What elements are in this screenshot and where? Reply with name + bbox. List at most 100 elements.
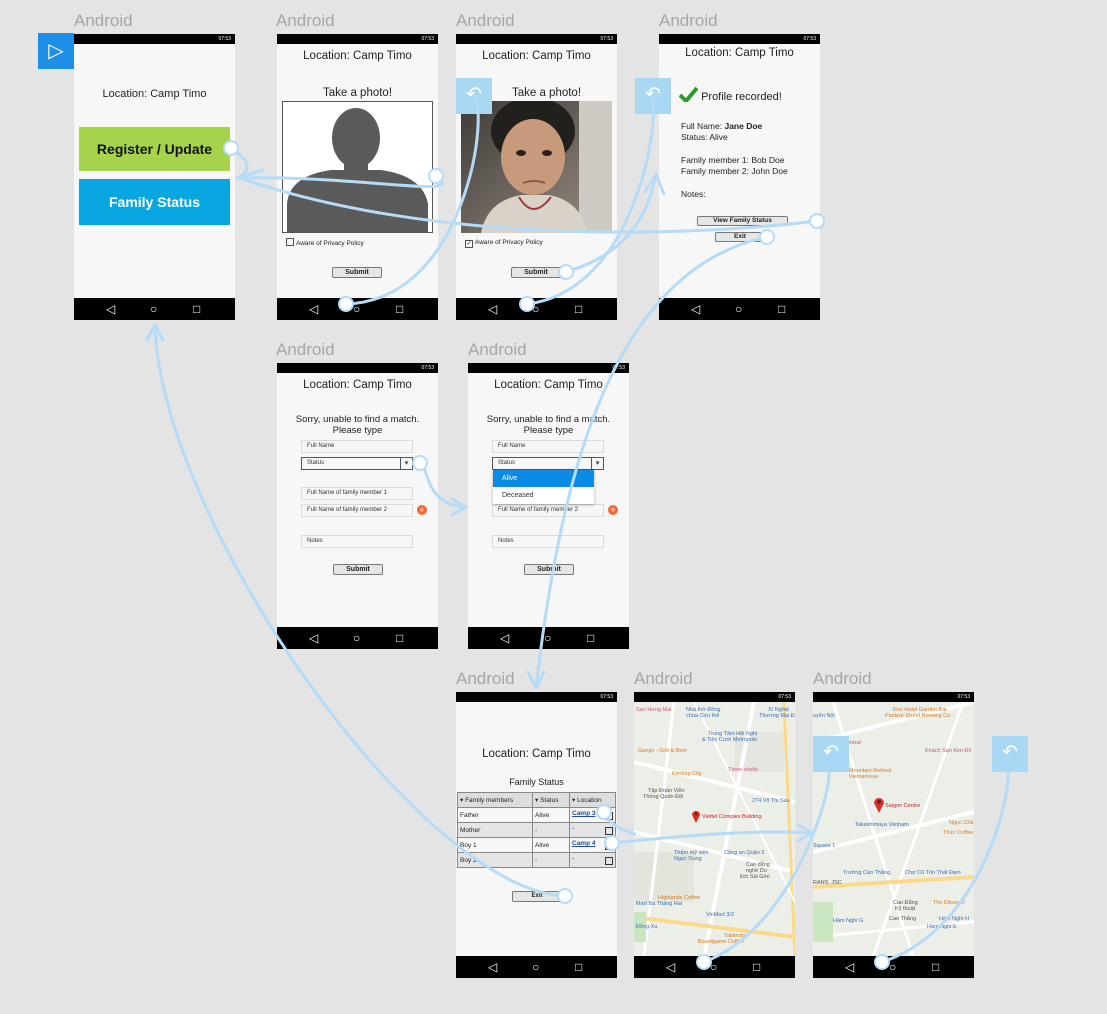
location-text: Location: Camp Timo: [303, 379, 412, 391]
nav-back-icon[interactable]: ◁: [106, 298, 115, 320]
nav-recents-icon[interactable]: □: [753, 956, 760, 978]
nav-home-icon[interactable]: ○: [532, 298, 539, 320]
photo-frame[interactable]: [461, 101, 612, 233]
add-member-icon[interactable]: +: [417, 505, 427, 515]
nav-recents-icon[interactable]: □: [932, 956, 939, 978]
nav-home-icon[interactable]: ○: [544, 627, 551, 649]
submit-button[interactable]: Submit: [511, 267, 561, 278]
dropdown-option-deceased[interactable]: Deceased: [493, 487, 594, 504]
back-arrow-icon[interactable]: ↶: [813, 736, 849, 772]
map-label: The Elbow-R: [933, 900, 965, 906]
checkbox-icon[interactable]: [605, 827, 613, 835]
screen-home: 07:53 Location: Camp Timo Register / Upd…: [74, 34, 235, 320]
photo-title: Take a photo!: [322, 87, 393, 99]
status-cell: Alive: [532, 837, 570, 853]
nav-back-icon[interactable]: ◁: [666, 956, 675, 978]
nav-home-icon[interactable]: ○: [353, 298, 360, 320]
submit-button[interactable]: Submit: [332, 267, 382, 278]
family-member-2-input[interactable]: Full Name of family member 2: [492, 504, 604, 517]
map-label: Vietnamese: [849, 774, 878, 780]
full-name-input[interactable]: Full Name: [301, 440, 413, 453]
screen-form-dropdown: 07:53 Location: Camp Timo Sorry, unable …: [468, 363, 629, 649]
status-select[interactable]: Status ▾: [301, 457, 413, 470]
family-member-2-input[interactable]: Full Name of family member 2: [301, 504, 413, 517]
map-label: RANS, JSC: [813, 880, 842, 886]
nav-recents-icon[interactable]: □: [575, 956, 582, 978]
map-label: Ngọc Dung: [674, 856, 702, 862]
full-name-line: Full Name: Jane Doe: [681, 121, 788, 132]
screen-photo-taken: 07:53 Location: Camp Timo Take a photo! …: [456, 34, 617, 320]
chevron-down-icon: ▾: [591, 458, 603, 469]
exit-button[interactable]: Exit: [512, 891, 562, 902]
nav-back-icon[interactable]: ◁: [488, 298, 497, 320]
nav-recents-icon[interactable]: □: [587, 627, 594, 649]
col-header[interactable]: ▾ Location: [569, 792, 616, 808]
platform-label: Android: [813, 669, 872, 688]
map-label: Khách Sạn Kim Đô: [925, 748, 972, 754]
full-name-label: Full Name:: [681, 121, 723, 131]
nav-recents-icon[interactable]: □: [778, 298, 785, 320]
family-member-1-input[interactable]: Full Name of family member 1: [301, 487, 413, 500]
status-cell: -: [532, 822, 570, 838]
map-pin-icon[interactable]: [691, 809, 701, 823]
nav-home-icon[interactable]: ○: [150, 298, 157, 320]
view-family-status-button[interactable]: View Family Status: [697, 216, 788, 226]
checkbox-icon[interactable]: [605, 842, 613, 850]
exit-button[interactable]: Exit: [715, 232, 765, 242]
platform-label: Android: [74, 11, 133, 30]
back-arrow-icon[interactable]: ↶: [635, 78, 671, 114]
nav-back-icon[interactable]: ◁: [488, 956, 497, 978]
location-link[interactable]: Camp 3: [572, 810, 595, 817]
notes-input[interactable]: Notes: [301, 535, 413, 548]
nav-home-icon[interactable]: ○: [735, 298, 742, 320]
privacy-checkbox[interactable]: Aware of Privacy Policy: [286, 238, 364, 248]
add-member-icon[interactable]: +: [608, 505, 618, 515]
full-name-input[interactable]: Full Name: [492, 440, 604, 453]
dropdown-option-alive[interactable]: Alive: [493, 470, 594, 487]
map-view[interactable]: San Hưng Mai Nhà thờ Đồng chùa Cứu thế X…: [634, 702, 795, 957]
nav-home-icon[interactable]: ○: [532, 956, 539, 978]
location-cell: -: [569, 852, 616, 868]
nav-recents-icon[interactable]: □: [193, 298, 200, 320]
map-label: Chợ Cũ Tôn Thất Đạm: [905, 870, 961, 876]
nav-recents-icon[interactable]: □: [396, 298, 403, 320]
family-status-button[interactable]: Family Status: [79, 179, 230, 225]
nav-home-icon[interactable]: ○: [889, 956, 896, 978]
platform-label: Android: [659, 11, 718, 30]
col-header[interactable]: ▾ Status: [532, 792, 570, 808]
map-label: Viettel Complex Building: [702, 814, 762, 820]
submit-button[interactable]: Submit: [524, 564, 574, 575]
nav-back-icon[interactable]: ◁: [691, 298, 700, 320]
map-label: VinMart 3/2: [706, 912, 735, 918]
nav-back-icon[interactable]: ◁: [309, 627, 318, 649]
nav-back-icon[interactable]: ◁: [500, 627, 509, 649]
privacy-checkbox[interactable]: ✓ Aware of Privacy Policy: [465, 238, 543, 248]
screen-form: 07:53 Location: Camp Timo Sorry, unable …: [277, 363, 438, 649]
map-pin-icon[interactable]: [873, 796, 885, 813]
nav-home-icon[interactable]: ○: [353, 627, 360, 649]
checkbox-icon[interactable]: [605, 812, 613, 820]
nav-recents-icon[interactable]: □: [575, 298, 582, 320]
map-label: Kỹ thuật: [895, 906, 916, 912]
nav-recents-icon[interactable]: □: [396, 627, 403, 649]
back-arrow-icon[interactable]: ↶: [456, 78, 492, 114]
map-label: Cao Thắng: [889, 916, 917, 922]
submit-button[interactable]: Submit: [333, 564, 383, 575]
checkbox-icon[interactable]: [605, 857, 613, 865]
member2-line: Family member 2: John Doe: [681, 166, 788, 176]
screen-photo-empty: 07:53 Location: Camp Timo Take a photo! …: [277, 34, 438, 320]
photo-frame[interactable]: [282, 101, 433, 233]
nav-back-icon[interactable]: ◁: [845, 956, 854, 978]
back-arrow-icon[interactable]: ↶: [992, 736, 1028, 772]
register-update-button[interactable]: Register / Update: [79, 127, 230, 171]
location-cell: Camp 4: [569, 837, 616, 853]
nav-home-icon[interactable]: ○: [710, 956, 717, 978]
nav-back-icon[interactable]: ◁: [309, 298, 318, 320]
notes-input[interactable]: Notes: [492, 535, 604, 548]
col-header[interactable]: ▾ Family members: [457, 792, 533, 808]
play-icon[interactable]: ▷: [38, 33, 74, 69]
status-bar: 07:53: [277, 363, 438, 373]
location-text: Location: Camp Timo: [685, 47, 794, 59]
status-select[interactable]: Status ▾: [492, 457, 604, 470]
location-link[interactable]: Camp 4: [572, 840, 595, 847]
